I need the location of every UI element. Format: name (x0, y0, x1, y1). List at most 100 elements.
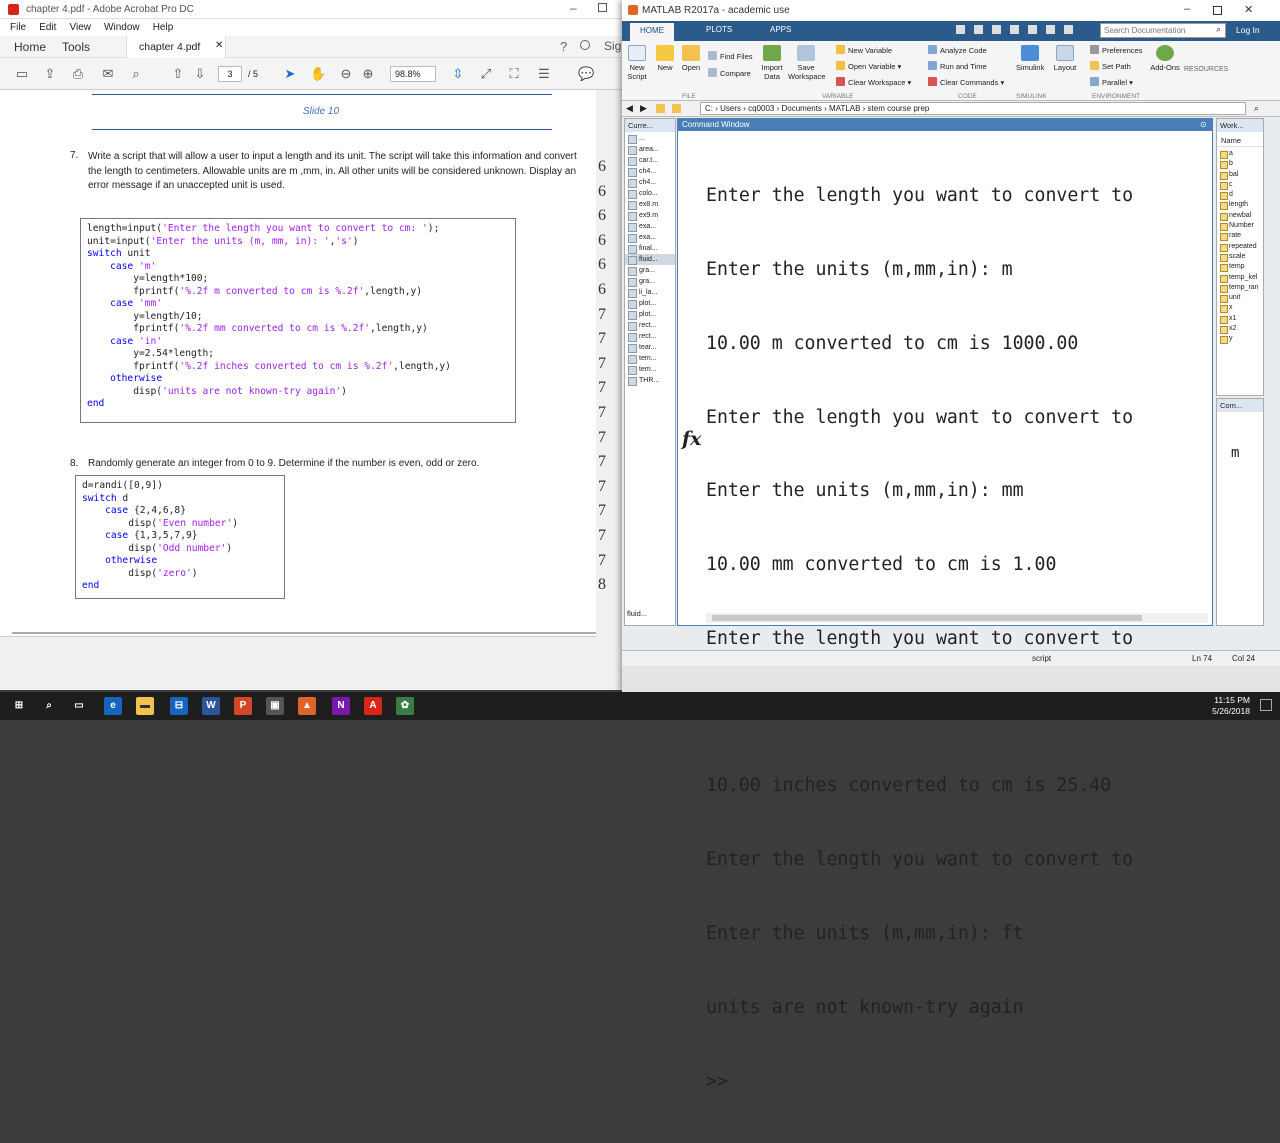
fit-page-icon[interactable]: ⇳ (450, 66, 466, 82)
mail-icon[interactable]: ✉ (100, 66, 116, 82)
variable-item[interactable]: x1 (1217, 314, 1263, 325)
search-icon[interactable]: ⌕ (128, 66, 144, 82)
file-item[interactable]: plot... (625, 298, 675, 309)
system-clock[interactable]: 11:15 PM 5/26/2018 (1212, 695, 1250, 717)
fx-icon[interactable]: fx (682, 428, 702, 450)
tab-tools[interactable]: Tools (62, 40, 90, 54)
workspace-name-column[interactable]: Name (1217, 135, 1263, 147)
command-window[interactable]: Command Window ⊙ Enter the length you wa… (677, 118, 1213, 1092)
tab-plots[interactable]: PLOTS (706, 25, 732, 34)
close-window-icon[interactable]: ✕ (1244, 3, 1253, 16)
file-item[interactable]: tear... (625, 342, 675, 353)
file-item[interactable]: gra... (625, 265, 675, 276)
browse-folder-icon[interactable] (672, 104, 681, 113)
layout-button[interactable]: Layout (1052, 45, 1078, 72)
qa-icon[interactable] (1028, 25, 1038, 34)
variable-item[interactable]: bal (1217, 170, 1263, 180)
menu-window[interactable]: Window (104, 22, 140, 33)
sign-label[interactable]: Sig (604, 39, 621, 53)
tab-home[interactable]: HOME (630, 23, 674, 41)
app-icon[interactable]: ✿ (396, 697, 414, 715)
upload-icon[interactable]: ⇪ (42, 66, 58, 82)
import-data-button[interactable]: Import Data (760, 45, 784, 81)
qa-icon[interactable] (956, 25, 965, 34)
file-item[interactable]: exa... (625, 232, 675, 243)
panel-menu-icon[interactable]: ⊙ (1200, 120, 1207, 129)
file-item[interactable]: ... (625, 133, 675, 144)
history-entry[interactable]: m (1231, 445, 1239, 461)
file-item[interactable]: tem... (625, 364, 675, 375)
search-documentation-input[interactable] (1100, 23, 1226, 38)
new-variable-button[interactable]: New Variable (836, 45, 892, 55)
compare-button[interactable]: Compare (708, 68, 751, 78)
help-icon[interactable] (1064, 25, 1074, 34)
file-item[interactable]: final... (625, 243, 675, 254)
back-arrow-icon[interactable]: ◀ (626, 103, 633, 114)
file-item[interactable]: exa... (625, 221, 675, 232)
maximize-icon[interactable] (598, 3, 607, 12)
file-item[interactable]: area... (625, 144, 675, 155)
select-arrow-icon[interactable]: ➤ (282, 66, 298, 82)
add-ons-button[interactable]: Add-Ons (1150, 45, 1180, 72)
forward-arrow-icon[interactable]: ▶ (640, 103, 647, 114)
acrobat-taskbar-icon[interactable]: A (364, 697, 382, 715)
variable-item[interactable]: rate (1217, 231, 1263, 242)
help-icon[interactable]: ? (560, 39, 567, 54)
run-and-time-button[interactable]: Run and Time (928, 61, 987, 71)
file-item[interactable]: ch4... (625, 166, 675, 177)
parallel-button[interactable]: Parallel ▾ (1090, 77, 1133, 87)
variable-item[interactable]: Number (1217, 221, 1263, 232)
qa-icon[interactable] (1010, 25, 1020, 34)
search-icon[interactable]: ⌕ (1216, 24, 1221, 35)
file-item-selected[interactable]: fluid... (625, 254, 675, 265)
bell-icon[interactable] (580, 40, 590, 50)
file-item[interactable]: ch4... (625, 177, 675, 188)
matlab-taskbar-icon[interactable]: ▲ (298, 697, 316, 715)
variable-item[interactable]: length (1217, 200, 1263, 211)
search-icon[interactable]: ⌕ (40, 697, 58, 715)
save-workspace-button[interactable]: Save Workspace (788, 45, 825, 81)
clear-workspace-button[interactable]: Clear Workspace ▾ (836, 77, 911, 87)
login-link[interactable]: Log In (1236, 25, 1260, 35)
word-icon[interactable]: W (202, 697, 220, 715)
simulink-button[interactable]: Simulink (1016, 45, 1044, 72)
rotate-icon[interactable]: ⤢ (478, 66, 494, 82)
windows-start-icon[interactable]: ⊞ (10, 697, 28, 715)
edge-browser-icon[interactable]: e (104, 697, 122, 715)
variable-item[interactable]: scale (1217, 252, 1263, 263)
file-item[interactable]: rect... (625, 331, 675, 342)
maximize-icon[interactable] (1213, 6, 1222, 15)
set-path-button[interactable]: Set Path (1090, 61, 1131, 71)
search-icon[interactable]: ⌕ (1254, 103, 1259, 114)
variable-item[interactable]: temp_ran (1217, 283, 1263, 294)
variable-item[interactable]: temp_kel (1217, 273, 1263, 283)
tab-home[interactable]: Home (14, 40, 46, 54)
details-label[interactable]: fluid... (627, 609, 647, 618)
zoom-in-icon[interactable]: ⊕ (360, 66, 376, 82)
menu-view[interactable]: View (69, 22, 91, 33)
variable-item[interactable]: c (1217, 180, 1263, 191)
file-item[interactable]: THR... (625, 375, 675, 386)
powerpoint-icon[interactable]: P (234, 697, 252, 715)
page-number-input[interactable]: 3 (218, 66, 242, 82)
new-button[interactable]: New (654, 45, 676, 72)
notification-icon[interactable] (1260, 699, 1272, 711)
qa-icon[interactable] (974, 25, 984, 34)
file-item[interactable]: li_la... (625, 287, 675, 298)
close-icon[interactable]: ✕ (215, 40, 223, 51)
tab-document[interactable]: chapter 4.pdf ✕ (126, 36, 226, 58)
file-explorer-icon[interactable]: ▬ (136, 697, 154, 715)
task-view-icon[interactable]: ▭ (70, 697, 88, 715)
qa-icon[interactable] (1046, 25, 1056, 34)
save-icon[interactable]: ▭ (14, 66, 30, 82)
variable-item[interactable]: repeated (1217, 242, 1263, 252)
print-icon[interactable]: ⎙ (70, 66, 86, 82)
onenote-icon[interactable]: N (332, 697, 350, 715)
variable-item[interactable]: x2 (1217, 324, 1263, 335)
preferences-button[interactable]: Preferences (1090, 45, 1142, 55)
up-folder-icon[interactable] (656, 104, 665, 113)
variable-item[interactable]: x (1217, 303, 1263, 314)
current-path[interactable]: C: › Users › cq0003 › Documents › MATLAB… (700, 102, 1246, 115)
clear-commands-button[interactable]: Clear Commands ▾ (928, 77, 1004, 87)
menu-file[interactable]: File (10, 22, 26, 33)
